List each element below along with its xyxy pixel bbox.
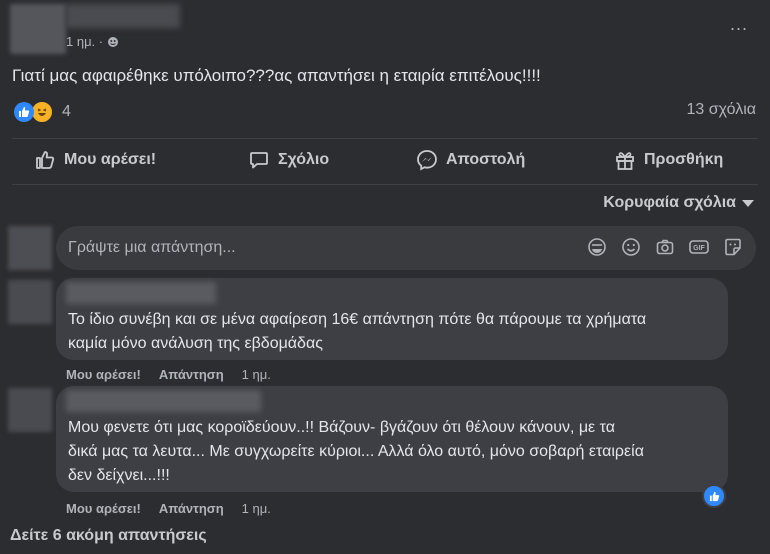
divider <box>12 138 758 139</box>
send-button[interactable]: Αποστολή <box>416 149 525 171</box>
comment-text-line: δεν δείχνει...!!! <box>68 467 170 484</box>
comment-like-reaction-icon[interactable] <box>702 484 726 508</box>
reaction-count: 4 <box>62 103 71 120</box>
comment-actions: Μου αρέσει! Απάντηση 1 ημ. <box>66 501 271 516</box>
svg-text:GIF: GIF <box>693 245 705 252</box>
commenter-name[interactable] <box>66 390 261 412</box>
emoji-icon[interactable] <box>620 236 642 258</box>
post-actions-bar: Μου αρέσει! Σχόλιο Αποστολή Προσθήκη <box>0 140 770 180</box>
comment-sort-dropdown[interactable]: Κορυφαία σχόλια <box>603 194 754 212</box>
reply-input[interactable]: Γράψτε μια απάντηση... GIF <box>56 226 756 270</box>
reactions-summary[interactable]: 4 <box>14 100 71 124</box>
post-text: Γιατί μας αφαιρέθηκε υπόλοιπο???ας απαντ… <box>12 66 541 85</box>
comment-text-line: Μου φενετε ότι μας κοροϊδεύουν..!! Βάζου… <box>68 419 615 436</box>
comment-bubble: Μου φενετε ότι μας κοροϊδεύουν..!! Βάζου… <box>56 386 728 492</box>
comment-like-button[interactable]: Μου αρέσει! <box>66 367 141 382</box>
comment-time[interactable]: 1 ημ. <box>242 501 271 516</box>
like-reaction-icon <box>14 102 34 122</box>
send-button-label: Αποστολή <box>446 151 526 168</box>
comment-text-line: καμία μόνο ανάλυση της εβδομάδας <box>68 335 323 352</box>
comment-time[interactable]: 1 ημ. <box>242 367 271 382</box>
view-more-replies-link[interactable]: Δείτε 6 ακόμη απαντήσεις <box>10 527 207 545</box>
commenter-name[interactable] <box>66 282 216 304</box>
avatar-sticker-icon[interactable] <box>586 236 608 258</box>
add-button-label: Προσθήκη <box>644 151 724 168</box>
caret-down-icon <box>742 199 754 207</box>
gift-icon <box>616 152 634 170</box>
comment-icon <box>250 152 268 169</box>
comment-like-button[interactable]: Μου αρέσει! <box>66 501 141 516</box>
commenter-avatar[interactable] <box>8 388 52 432</box>
comment-text-line: δικά μας τα λευτα... Με συγχωρείτε κύριο… <box>68 443 644 460</box>
post-meta: 1 ημ. · <box>66 34 119 49</box>
post-time[interactable]: 1 ημ. · <box>66 34 103 49</box>
comment-reply-button[interactable]: Απάντηση <box>159 501 224 516</box>
sort-label: Κορυφαία σχόλια <box>603 194 736 211</box>
comment-actions: Μου αρέσει! Απάντηση 1 ημ. <box>66 367 271 382</box>
camera-icon[interactable] <box>654 236 676 258</box>
author-avatar[interactable] <box>10 4 66 54</box>
sticker-icon[interactable] <box>722 236 744 258</box>
audience-icon <box>108 36 119 47</box>
comment-button[interactable]: Σχόλιο <box>248 149 329 171</box>
composer-tools: GIF <box>586 236 744 258</box>
author-name[interactable] <box>66 4 180 28</box>
my-avatar <box>8 226 52 270</box>
comment-reply-button[interactable]: Απάντηση <box>159 367 224 382</box>
comments-count[interactable]: 13 σχόλια <box>687 101 756 119</box>
gif-icon[interactable]: GIF <box>688 236 710 258</box>
comment-bubble: Το ίδιο συνέβη και σε μένα αφαίρεση 16€ … <box>56 278 728 360</box>
reply-placeholder: Γράψτε μια απάντηση... <box>68 239 236 256</box>
thumbs-up-icon <box>36 151 55 169</box>
more-options-icon[interactable]: ... <box>730 14 748 35</box>
like-button-label: Μου αρέσει! <box>64 151 157 168</box>
like-button[interactable]: Μου αρέσει! <box>34 149 156 171</box>
comment-button-label: Σχόλιο <box>278 151 330 168</box>
divider <box>12 184 758 185</box>
comment-text-line: Το ίδιο συνέβη και σε μένα αφαίρεση 16€ … <box>68 311 647 328</box>
commenter-avatar[interactable] <box>8 280 52 324</box>
messenger-icon <box>417 150 437 171</box>
add-button[interactable]: Προσθήκη <box>614 149 723 171</box>
